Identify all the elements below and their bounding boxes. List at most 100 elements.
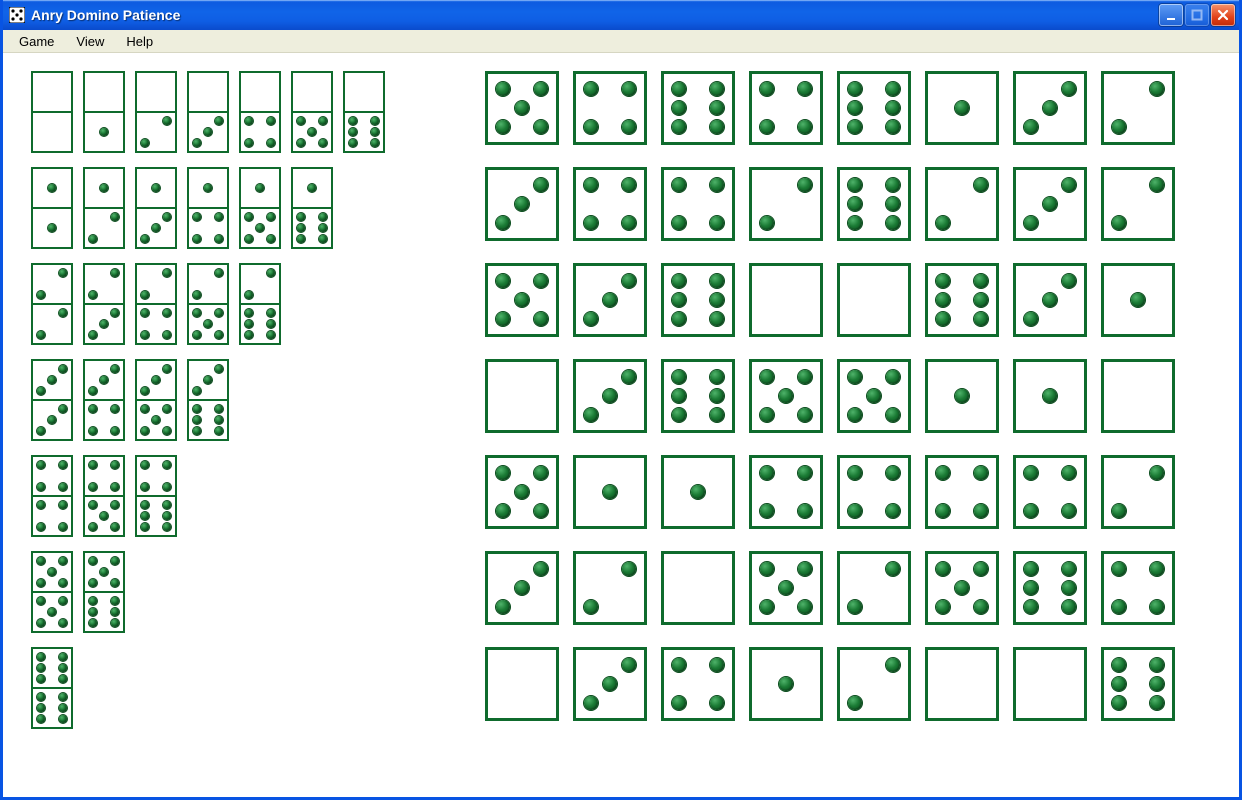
minimize-button[interactable] [1159, 4, 1183, 26]
menu-view[interactable]: View [66, 32, 114, 51]
board-tile[interactable] [1013, 167, 1087, 241]
board-tile[interactable] [749, 167, 823, 241]
domino-2-4[interactable] [135, 263, 177, 345]
domino-0-5[interactable] [291, 71, 333, 153]
board-tile[interactable] [485, 551, 559, 625]
domino-0-6[interactable] [343, 71, 385, 153]
board-tile[interactable] [837, 455, 911, 529]
board-tile[interactable] [485, 455, 559, 529]
domino-3-6[interactable] [187, 359, 229, 441]
board-tile[interactable] [661, 71, 735, 145]
domino-1-1[interactable] [31, 167, 73, 249]
board-tile[interactable] [661, 167, 735, 241]
domino-4-4[interactable] [31, 455, 73, 537]
board-tile[interactable] [1013, 71, 1087, 145]
maximize-button[interactable] [1185, 4, 1209, 26]
board-tile[interactable] [485, 647, 559, 721]
board-tile[interactable] [749, 263, 823, 337]
board-tile[interactable] [925, 359, 999, 433]
board-tile[interactable] [485, 359, 559, 433]
titlebar[interactable]: Anry Domino Patience [3, 0, 1239, 30]
board-tile[interactable] [573, 551, 647, 625]
board-tile[interactable] [573, 647, 647, 721]
board-tile[interactable] [573, 359, 647, 433]
menu-help[interactable]: Help [116, 32, 163, 51]
board-tile[interactable] [749, 71, 823, 145]
domino-6-6[interactable] [31, 647, 73, 729]
board-tile[interactable] [837, 359, 911, 433]
domino-0-3[interactable] [187, 71, 229, 153]
domino-2-3[interactable] [83, 263, 125, 345]
board-tile[interactable] [925, 263, 999, 337]
board-tile[interactable] [1101, 455, 1175, 529]
pip [215, 117, 223, 125]
board-tile[interactable] [1101, 647, 1175, 721]
domino-3-4[interactable] [83, 359, 125, 441]
board-tile[interactable] [1101, 359, 1175, 433]
board-tile[interactable] [837, 263, 911, 337]
board-tile[interactable] [837, 551, 911, 625]
domino-0-1[interactable] [83, 71, 125, 153]
board-tile[interactable] [485, 71, 559, 145]
domino-1-3[interactable] [135, 167, 177, 249]
board-tile[interactable] [749, 359, 823, 433]
board-tile[interactable] [1013, 263, 1087, 337]
board-tile[interactable] [573, 263, 647, 337]
board-tile[interactable] [485, 167, 559, 241]
board-tile[interactable] [1101, 71, 1175, 145]
board-tile[interactable] [837, 647, 911, 721]
board-tile[interactable] [1013, 359, 1087, 433]
board-tile[interactable] [837, 71, 911, 145]
board-tile[interactable] [485, 263, 559, 337]
board-tile[interactable] [749, 647, 823, 721]
board-tile[interactable] [1013, 551, 1087, 625]
close-button[interactable] [1211, 4, 1235, 26]
board-tile[interactable] [749, 455, 823, 529]
board-tile[interactable] [837, 167, 911, 241]
menu-game[interactable]: Game [9, 32, 64, 51]
domino-1-2[interactable] [83, 167, 125, 249]
board-tile[interactable] [925, 551, 999, 625]
domino-2-5[interactable] [187, 263, 229, 345]
domino-0-2[interactable] [135, 71, 177, 153]
pip [37, 523, 45, 531]
board-tile[interactable] [661, 455, 735, 529]
board-tile[interactable] [1013, 455, 1087, 529]
board-tile[interactable] [925, 167, 999, 241]
pip [672, 82, 686, 96]
board-tile[interactable] [925, 455, 999, 529]
board-tile[interactable] [573, 167, 647, 241]
domino-5-5[interactable] [31, 551, 73, 633]
pip [886, 120, 900, 134]
domino-2-6[interactable] [239, 263, 281, 345]
board-tile[interactable] [661, 647, 735, 721]
window-controls [1159, 4, 1235, 26]
domino-3-5[interactable] [135, 359, 177, 441]
board-tile[interactable] [1101, 551, 1175, 625]
board-tile[interactable] [573, 455, 647, 529]
domino-5-6[interactable] [83, 551, 125, 633]
board-tile[interactable] [749, 551, 823, 625]
domino-0-0[interactable] [31, 71, 73, 153]
domino-4-6[interactable] [135, 455, 177, 537]
board-tile[interactable] [661, 359, 735, 433]
board-tile[interactable] [661, 263, 735, 337]
board-tile[interactable] [661, 551, 735, 625]
board-tile[interactable] [1013, 647, 1087, 721]
pip [152, 376, 160, 384]
domino-1-6[interactable] [291, 167, 333, 249]
domino-4-5[interactable] [83, 455, 125, 537]
board-tile[interactable] [925, 71, 999, 145]
domino-2-2[interactable] [31, 263, 73, 345]
domino-3-3[interactable] [31, 359, 73, 441]
board-tile[interactable] [1101, 263, 1175, 337]
pip [710, 696, 724, 710]
domino-1-4[interactable] [187, 167, 229, 249]
pip [1150, 600, 1164, 614]
board-tile[interactable] [925, 647, 999, 721]
board-tile[interactable] [573, 71, 647, 145]
domino-1-5[interactable] [239, 167, 281, 249]
domino-face [189, 399, 227, 439]
domino-0-4[interactable] [239, 71, 281, 153]
board-tile[interactable] [1101, 167, 1175, 241]
